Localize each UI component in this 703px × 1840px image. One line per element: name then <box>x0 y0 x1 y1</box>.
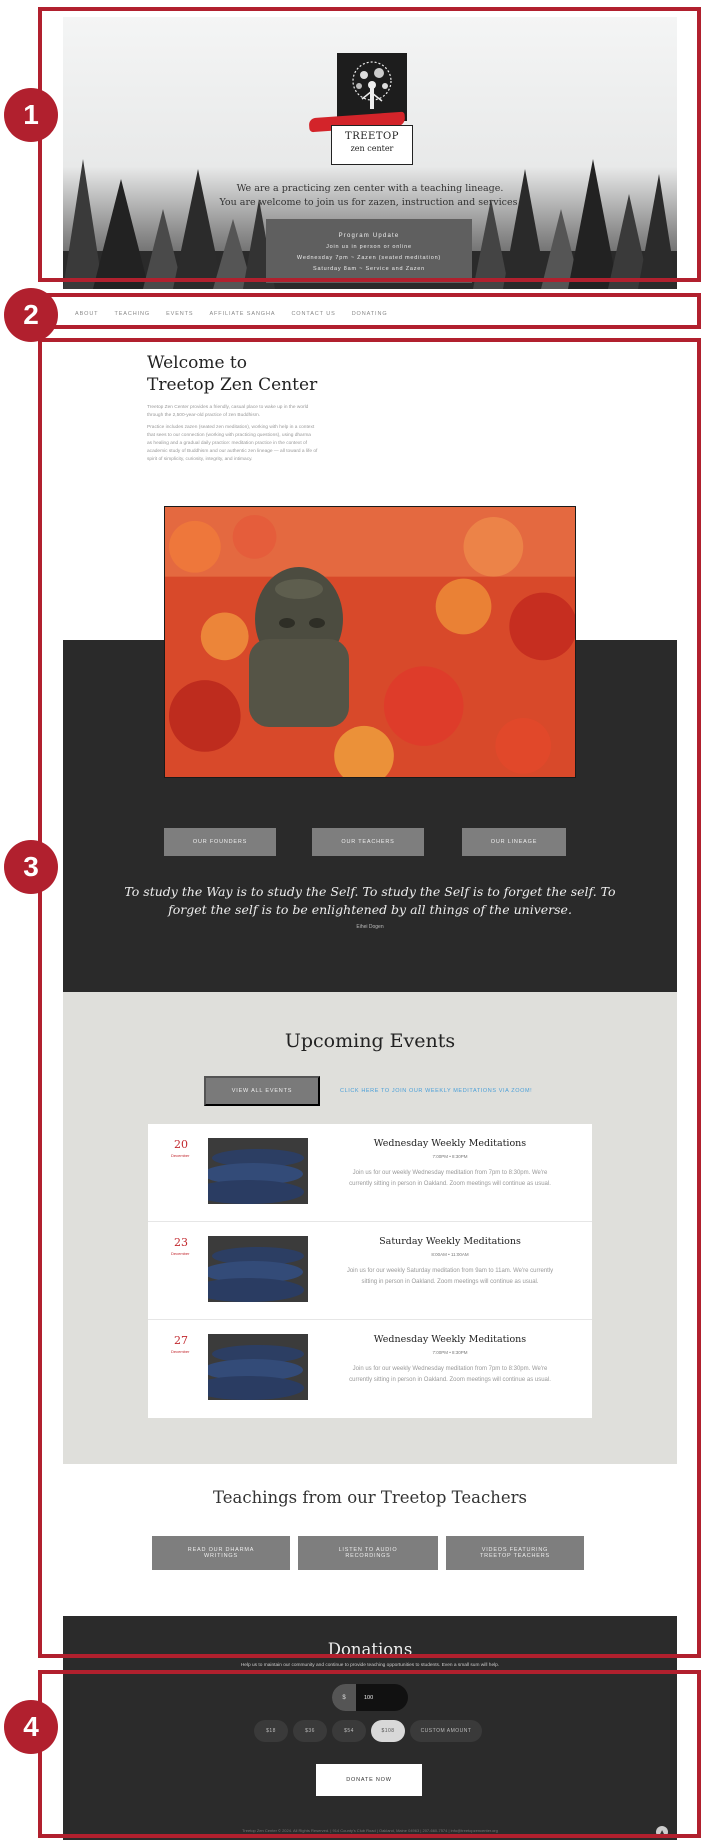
annotation-box-2 <box>38 293 701 329</box>
annotation-box-3 <box>38 338 701 1658</box>
annotation-number-3: 3 <box>4 840 58 894</box>
annotation-number-1: 1 <box>4 88 58 142</box>
annotation-number-2: 2 <box>4 288 58 342</box>
annotation-number-4: 4 <box>4 1700 58 1754</box>
annotation-box-4 <box>38 1670 701 1838</box>
annotation-box-1 <box>38 7 701 282</box>
donations-subtitle: Help us to maintain our community and co… <box>240 1663 500 1668</box>
